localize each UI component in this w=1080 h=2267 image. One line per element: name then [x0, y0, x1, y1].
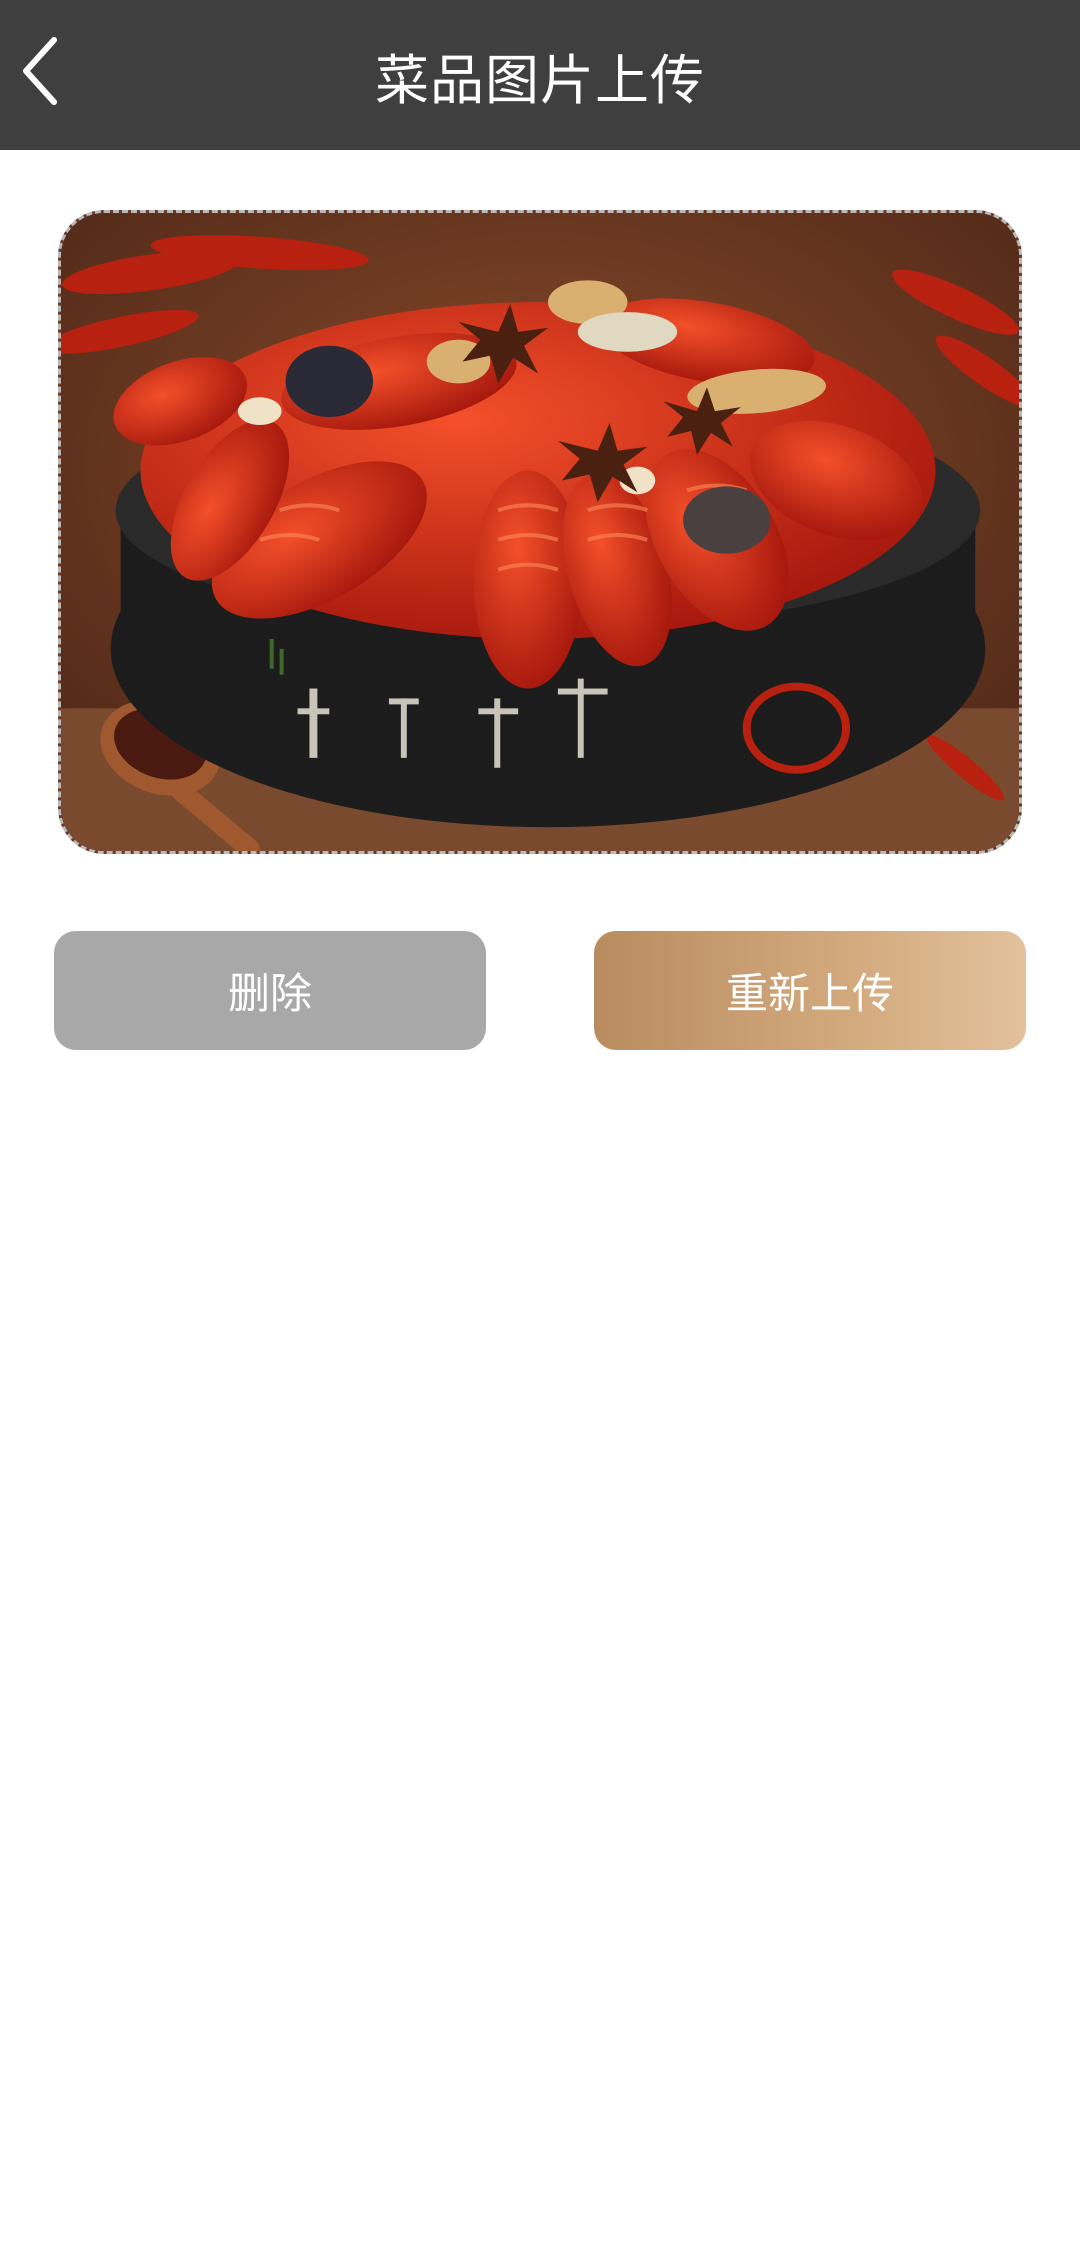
top-navigation-bar: 菜品图片上传 [0, 0, 1080, 150]
dish-photo[interactable] [58, 210, 1022, 854]
reupload-button-label: 重新上传 [725, 969, 894, 1018]
reupload-button[interactable]: 重新上传 [594, 931, 1026, 1050]
page-title: 菜品图片上传 [375, 48, 705, 112]
delete-button-label: 删除 [227, 969, 312, 1018]
dish-photo-image [61, 213, 1019, 851]
delete-button[interactable]: 删除 [54, 931, 486, 1050]
